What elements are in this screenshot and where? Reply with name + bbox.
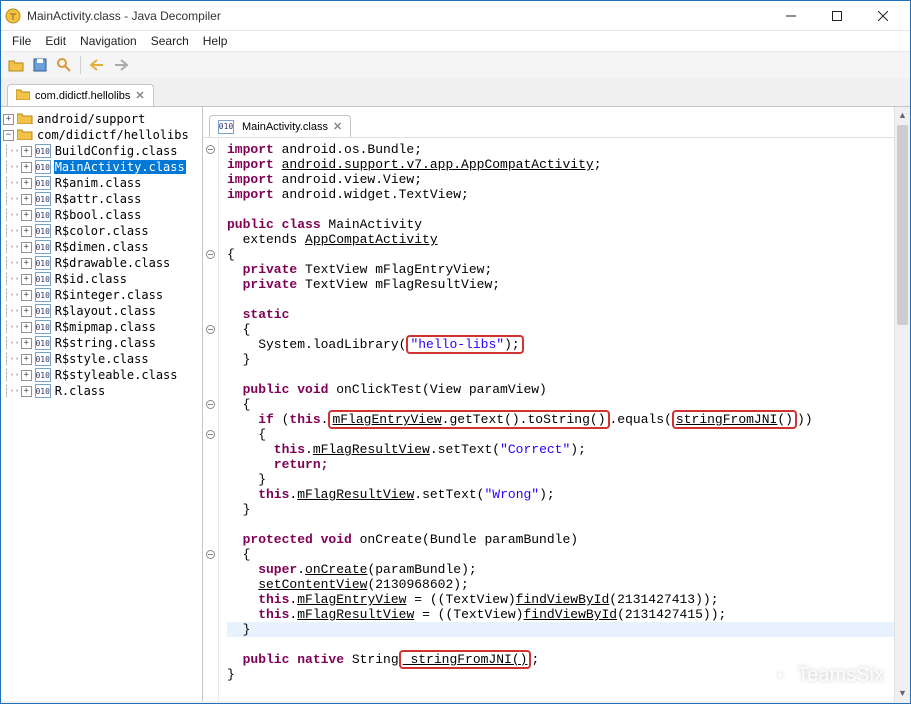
fold-icon[interactable] [206,325,215,334]
highlight-box: stringFromJNI() [399,650,532,669]
scrollbar-thumb[interactable] [897,137,908,325]
menu-edit[interactable]: Edit [38,31,73,51]
folding-gutter[interactable] [203,138,219,701]
fold-icon[interactable] [206,400,215,409]
code-editor[interactable]: import android.os.Bundle; import android… [219,138,910,701]
tree-view[interactable]: +android/support −com/didictf/hellolibs … [1,107,203,701]
folder-icon [16,88,30,103]
menu-navigation[interactable]: Navigation [73,31,144,51]
fold-icon[interactable] [206,250,215,259]
tree-file[interactable]: ┊··+010R$drawable.class [3,255,200,271]
search-icon[interactable] [53,54,75,76]
maximize-button[interactable] [814,1,860,30]
tree-file[interactable]: ┊··+010R$color.class [3,223,200,239]
vertical-scrollbar[interactable]: ▲ ▼ [894,137,910,701]
editor-area: 010 MainActivity.class ✕ [203,107,910,701]
tree-file[interactable]: ┊··+010R$dimen.class [3,239,200,255]
tree-file[interactable]: ┊··+010R$attr.class [3,191,200,207]
app-icon [5,8,21,24]
tree-file[interactable]: ┊··+010R$mipmap.class [3,319,200,335]
highlight-box: stringFromJNI() [672,410,797,429]
close-button[interactable] [860,1,906,30]
tree-file[interactable]: ┊··+010R$id.class [3,271,200,287]
highlight-box: mFlagEntryView.getText().toString() [328,410,609,429]
main-tabbar: com.didictf.hellolibs ✕ [1,78,910,106]
scroll-down-icon[interactable]: ▼ [895,685,910,701]
minimize-button[interactable] [768,1,814,30]
tree-file[interactable]: ┊··+010R$styleable.class [3,367,200,383]
fold-icon[interactable] [206,145,215,154]
package-tab[interactable]: com.didictf.hellolibs ✕ [7,84,154,106]
editor-tab-label: MainActivity.class [242,121,328,133]
tree-file[interactable]: ┊··+010R$style.class [3,351,200,367]
tree-folder[interactable]: −com/didictf/hellolibs [3,127,200,143]
menu-help[interactable]: Help [196,31,235,51]
tree-file[interactable]: ┊··+010R$anim.class [3,175,200,191]
highlight-box: "hello-libs"); [406,335,523,354]
tree-file[interactable]: ┊··+010R$layout.class [3,303,200,319]
menu-search[interactable]: Search [144,31,196,51]
back-icon[interactable] [86,54,108,76]
window-title: MainActivity.class - Java Decompiler [27,9,768,23]
toolbar [1,52,910,78]
editor-tabbar: 010 MainActivity.class ✕ [203,107,910,137]
package-tab-label: com.didictf.hellolibs [35,90,130,102]
open-icon[interactable] [5,54,27,76]
menubar: File Edit Navigation Search Help [1,31,910,52]
main-area: +android/support −com/didictf/hellolibs … [1,106,910,701]
tree-file[interactable]: ┊··+010R$bool.class [3,207,200,223]
close-tab-icon[interactable]: ✕ [333,120,342,133]
class-file-icon: 010 [218,120,234,134]
save-icon[interactable] [29,54,51,76]
tree-file[interactable]: ┊··+010R.class [3,383,200,399]
tree-file-selected[interactable]: ┊··+010MainActivity.class [3,159,200,175]
fold-icon[interactable] [206,550,215,559]
tree-file[interactable]: ┊··+010BuildConfig.class [3,143,200,159]
tree-file[interactable]: ┊··+010R$integer.class [3,287,200,303]
fold-icon[interactable] [206,430,215,439]
titlebar: MainActivity.class - Java Decompiler [1,1,910,31]
toolbar-separator [80,56,81,74]
menu-file[interactable]: File [5,31,38,51]
close-tab-icon[interactable]: ✕ [135,89,144,102]
tree-folder[interactable]: +android/support [3,111,200,127]
editor-tab[interactable]: 010 MainActivity.class ✕ [209,115,351,137]
forward-icon[interactable] [110,54,132,76]
tree-file[interactable]: ┊··+010R$string.class [3,335,200,351]
